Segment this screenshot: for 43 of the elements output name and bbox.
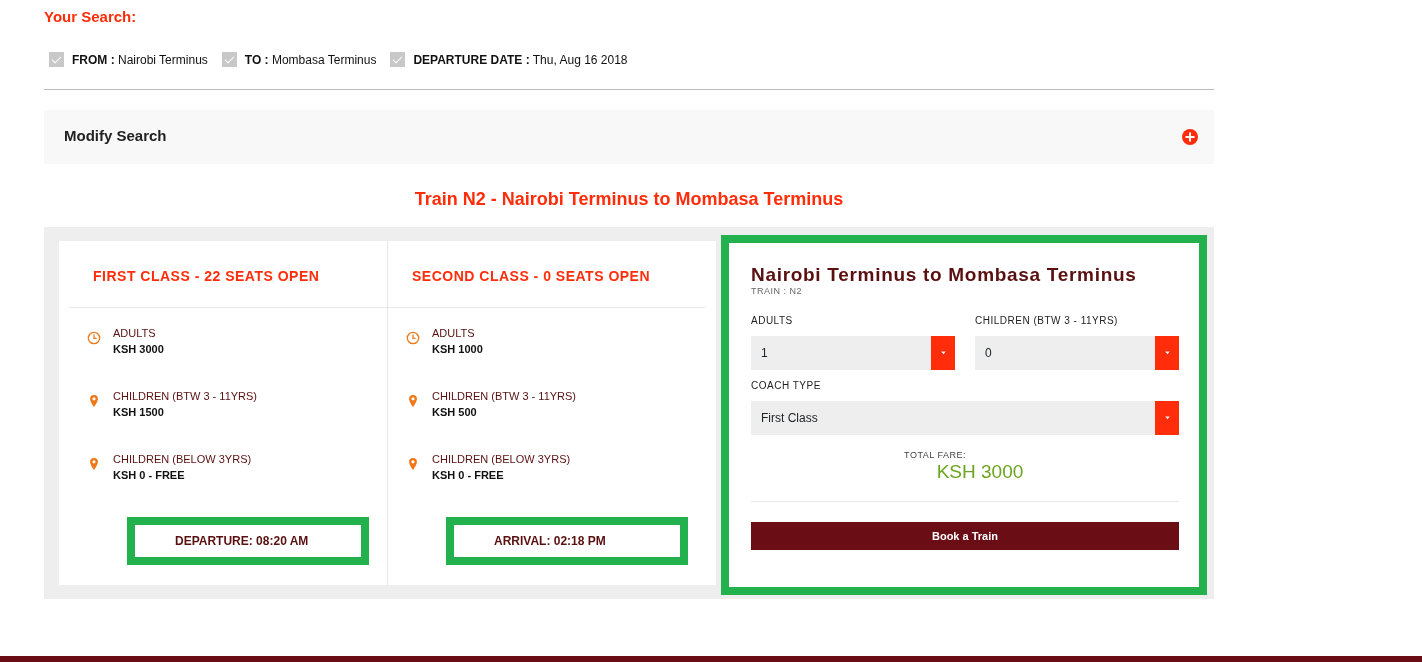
fare-label: ADULTS: [113, 325, 157, 341]
clock-icon: [406, 330, 420, 345]
location-pin-icon: [406, 456, 420, 471]
select-field[interactable]: First Class: [751, 400, 1179, 435]
fare-label: CHILDREN (BELOW 3YRS): [113, 451, 252, 467]
total-fare-label: TOTAL FARE:: [903, 448, 967, 462]
book-button[interactable]: Book a Train: [751, 522, 1179, 551]
search-criterion: DEPARTURE DATE : Thu, Aug 16 2018: [413, 51, 628, 69]
fare-label: CHILDREN (BTW 3 - 11YRS): [432, 388, 577, 404]
time-label: DEPARTURE: 08:20 AM: [127, 516, 369, 565]
total-fare-value: KSH 3000: [935, 462, 1025, 482]
train-number: TRAIN : N2: [751, 285, 803, 299]
class-heading: SECOND CLASS - 0 SEATS OPEN: [388, 240, 706, 308]
field-label: ADULTS: [751, 313, 794, 328]
fare-label: CHILDREN (BELOW 3YRS): [432, 451, 571, 467]
clock-icon: [87, 330, 101, 345]
fare-price: KSH 0 - FREE: [432, 468, 505, 483]
search-heading: Your Search:: [44, 7, 138, 27]
field-label: COACH TYPE: [751, 378, 822, 393]
select-field[interactable]: 0: [975, 335, 1179, 370]
modify-search-bar[interactable]: Modify Search: [44, 109, 1214, 164]
search-criterion: TO : Mombasa Terminus: [244, 51, 377, 69]
fare-price: KSH 1500: [113, 405, 165, 420]
fare-label: CHILDREN (BTW 3 - 11YRS): [113, 388, 258, 404]
modify-search-label: Modify Search: [64, 126, 167, 147]
checkbox[interactable]: [49, 52, 64, 67]
fare-price: KSH 3000: [113, 342, 164, 357]
field-label: CHILDREN (BTW 3 - 11YRS): [975, 313, 1119, 328]
time-label: ARRIVAL: 02:18 PM: [446, 516, 688, 565]
fare-price: KSH 1000: [432, 342, 483, 357]
location-pin-icon: [406, 393, 420, 408]
train-title: Train N2 - Nairobi Terminus to Mombasa Terminus: [413, 187, 845, 211]
fare-price: KSH 500: [432, 405, 478, 420]
search-criterion: FROM : Nairobi Terminus: [72, 51, 208, 69]
fare-label: ADULTS: [432, 325, 476, 341]
location-pin-icon: [87, 456, 101, 471]
location-pin-icon: [87, 393, 101, 408]
checkbox[interactable]: [221, 52, 237, 67]
fare-price: KSH 0 - FREE: [113, 468, 186, 483]
checkbox[interactable]: [390, 52, 406, 67]
booking-title: Nairobi Terminus to Mombasa Terminus: [751, 264, 1138, 286]
class-heading: FIRST CLASS - 22 SEATS OPEN: [69, 240, 387, 308]
select-field[interactable]: 1: [751, 335, 955, 370]
